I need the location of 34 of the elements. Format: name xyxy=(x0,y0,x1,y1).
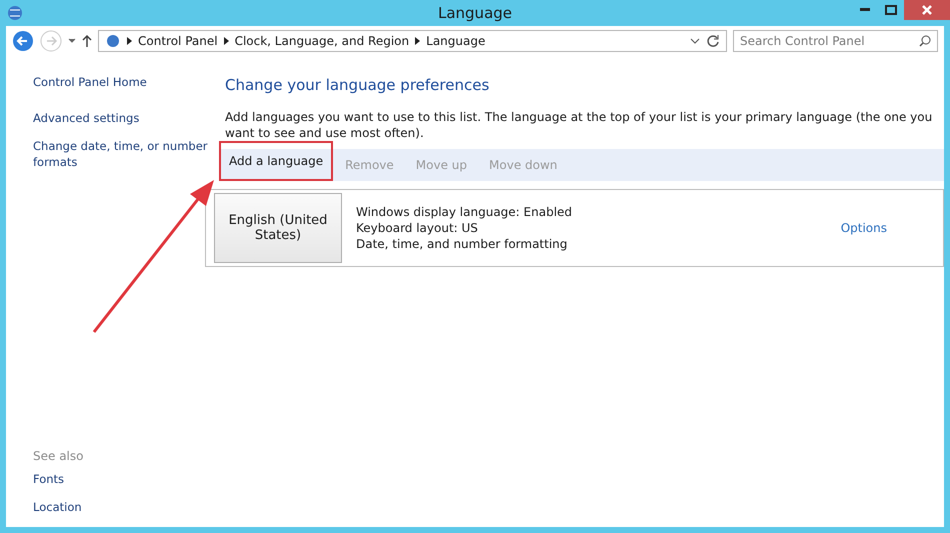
language-button[interactable]: English (United States) xyxy=(214,193,342,263)
search-field[interactable]: Search Control Panel xyxy=(733,30,938,52)
options-link[interactable]: Options xyxy=(840,221,887,235)
toolbar-button[interactable]: Add a language xyxy=(219,141,334,181)
minimize-icon xyxy=(860,8,870,12)
description-text: Add languages you want to use to this list. The language at the top of your list is your primary language (the one you want to see and use most often). xyxy=(225,109,934,141)
address-bar[interactable]: Control Panel Clock, Language, and Region Language xyxy=(98,30,727,52)
sidebar-link[interactable]: Change date, time, or number formats xyxy=(33,138,211,170)
see-also-heading: See also xyxy=(33,449,84,463)
sidebar-link[interactable]: Fonts xyxy=(33,471,211,487)
dropdown-icon[interactable] xyxy=(68,38,76,44)
sidebar-link[interactable]: Control Panel Home xyxy=(33,74,211,90)
sidebar-link[interactable]: Advanced settings xyxy=(33,110,211,126)
window-title: Language xyxy=(438,4,512,22)
dropdown-icon[interactable] xyxy=(690,38,700,44)
breadcrumb[interactable]: Language xyxy=(426,34,486,48)
close-button[interactable] xyxy=(904,0,950,20)
globe-icon xyxy=(105,33,121,49)
breadcrumb[interactable]: Clock, Language, and Region xyxy=(234,34,410,48)
chevron-icon xyxy=(127,37,132,45)
breadcrumb[interactable]: Control Panel xyxy=(138,34,218,48)
back-icon[interactable] xyxy=(12,30,34,52)
language-detail: Date, time, and number formatting xyxy=(356,236,568,252)
page-heading: Change your language preferences xyxy=(225,76,490,94)
up-arrow-icon[interactable] xyxy=(82,34,92,48)
search-icon xyxy=(919,35,931,47)
chevron-icon xyxy=(415,37,420,45)
refresh-icon[interactable] xyxy=(706,34,720,48)
language-detail: Windows display language: Enabled xyxy=(356,204,574,220)
language-detail: Keyboard layout: US xyxy=(356,220,479,236)
sidebar-link[interactable]: Location xyxy=(33,499,211,515)
chevron-icon xyxy=(224,37,229,45)
close-icon xyxy=(922,5,932,15)
maximize-icon xyxy=(885,5,897,15)
